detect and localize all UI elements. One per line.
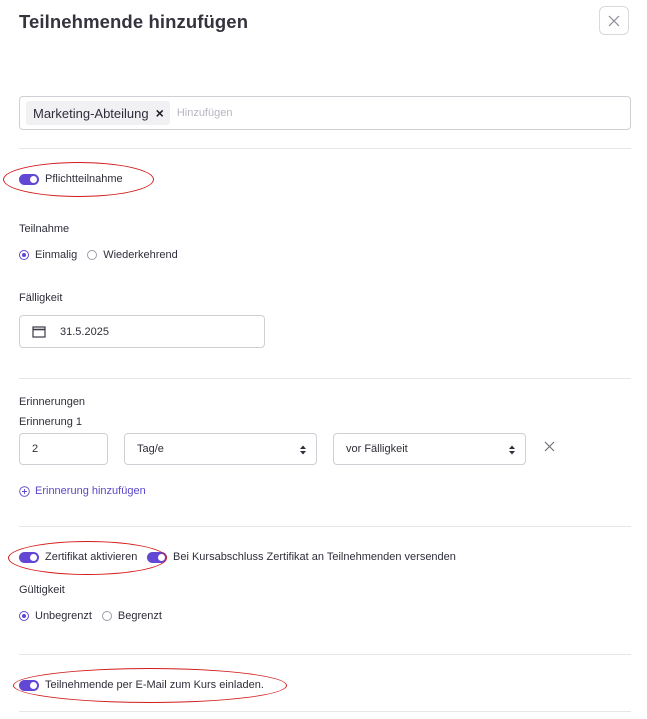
radio-wiederkehrend[interactable] [87, 250, 98, 260]
calendar-icon [32, 326, 46, 338]
validity-label: Gültigkeit [19, 584, 65, 596]
close-icon [608, 15, 620, 26]
remove-tag-icon[interactable]: × [156, 105, 164, 121]
divider [19, 654, 631, 655]
close-button[interactable] [599, 6, 629, 35]
mandatory-label: Pflichtteilnahme [45, 173, 123, 185]
select-arrows-icon [509, 445, 515, 455]
reminder-unit-value: Tag/e [137, 443, 164, 455]
mandatory-toggle-row[interactable]: Pflichtteilnahme [19, 173, 123, 185]
reminder-amount-value: 2 [32, 443, 39, 455]
participants-input[interactable]: Marketing-Abteilung × Hinzufügen [19, 96, 631, 130]
reminder-amount-input[interactable]: 2 [19, 433, 108, 465]
mandatory-toggle[interactable] [19, 173, 39, 185]
add-reminder-link[interactable]: Erinnerung hinzufügen [19, 485, 146, 497]
participation-radio-group: Einmalig Wiederkehrend [19, 249, 178, 261]
participant-tag-label: Marketing-Abteilung [33, 105, 149, 121]
divider [19, 526, 631, 527]
invite-label: Teilnehmende per E-Mail zum Kurs einlade… [45, 679, 264, 691]
due-date-field[interactable]: 31.5.2025 [19, 315, 265, 348]
certificate-toggle[interactable] [19, 551, 39, 563]
radio-unbegrenzt-label[interactable]: Unbegrenzt [35, 610, 92, 622]
remove-reminder-icon[interactable] [544, 441, 555, 452]
due-label: Fälligkeit [19, 292, 63, 304]
participant-tag: Marketing-Abteilung × [26, 101, 170, 125]
reminder-relation-value: vor Fälligkeit [346, 443, 408, 455]
add-reminder-label: Erinnerung hinzufügen [35, 485, 146, 497]
participation-label: Teilnahme [19, 223, 70, 235]
plus-circle-icon [19, 485, 30, 497]
select-arrows-icon [300, 445, 306, 455]
invite-toggle-row[interactable]: Teilnehmende per E-Mail zum Kurs einlade… [19, 679, 264, 691]
due-date-value: 31.5.2025 [60, 325, 109, 338]
radio-einmalig[interactable] [19, 250, 29, 260]
dialog-title: Teilnehmende hinzufügen [19, 11, 249, 32]
certificate-toggle-row[interactable]: Zertifikat aktivieren [19, 551, 137, 563]
certificate-label: Zertifikat aktivieren [45, 551, 138, 563]
radio-begrenzt[interactable] [101, 611, 112, 621]
reminder-unit-select[interactable]: Tag/e [124, 433, 317, 465]
participants-placeholder[interactable]: Hinzufügen [177, 107, 233, 119]
certificate-send-toggle[interactable] [147, 551, 167, 563]
radio-unbegrenzt[interactable] [19, 611, 29, 621]
reminder-relation-select[interactable]: vor Fälligkeit [333, 433, 526, 465]
divider [19, 148, 631, 149]
radio-einmalig-label[interactable]: Einmalig [35, 249, 77, 261]
divider [19, 378, 631, 379]
validity-radio-group: Unbegrenzt Begrenzt [19, 610, 162, 622]
invite-toggle[interactable] [19, 679, 39, 691]
reminder-1-label: Erinnerung 1 [19, 416, 82, 428]
reminders-label: Erinnerungen [19, 396, 86, 408]
certificate-send-toggle-row[interactable]: Bei Kursabschluss Zertifikat an Teilnehm… [147, 551, 456, 563]
certificate-send-label: Bei Kursabschluss Zertifikat an Teilnehm… [173, 551, 456, 563]
radio-begrenzt-label[interactable]: Begrenzt [118, 610, 162, 622]
divider [19, 711, 631, 712]
radio-wiederkehrend-label[interactable]: Wiederkehrend [103, 249, 178, 261]
